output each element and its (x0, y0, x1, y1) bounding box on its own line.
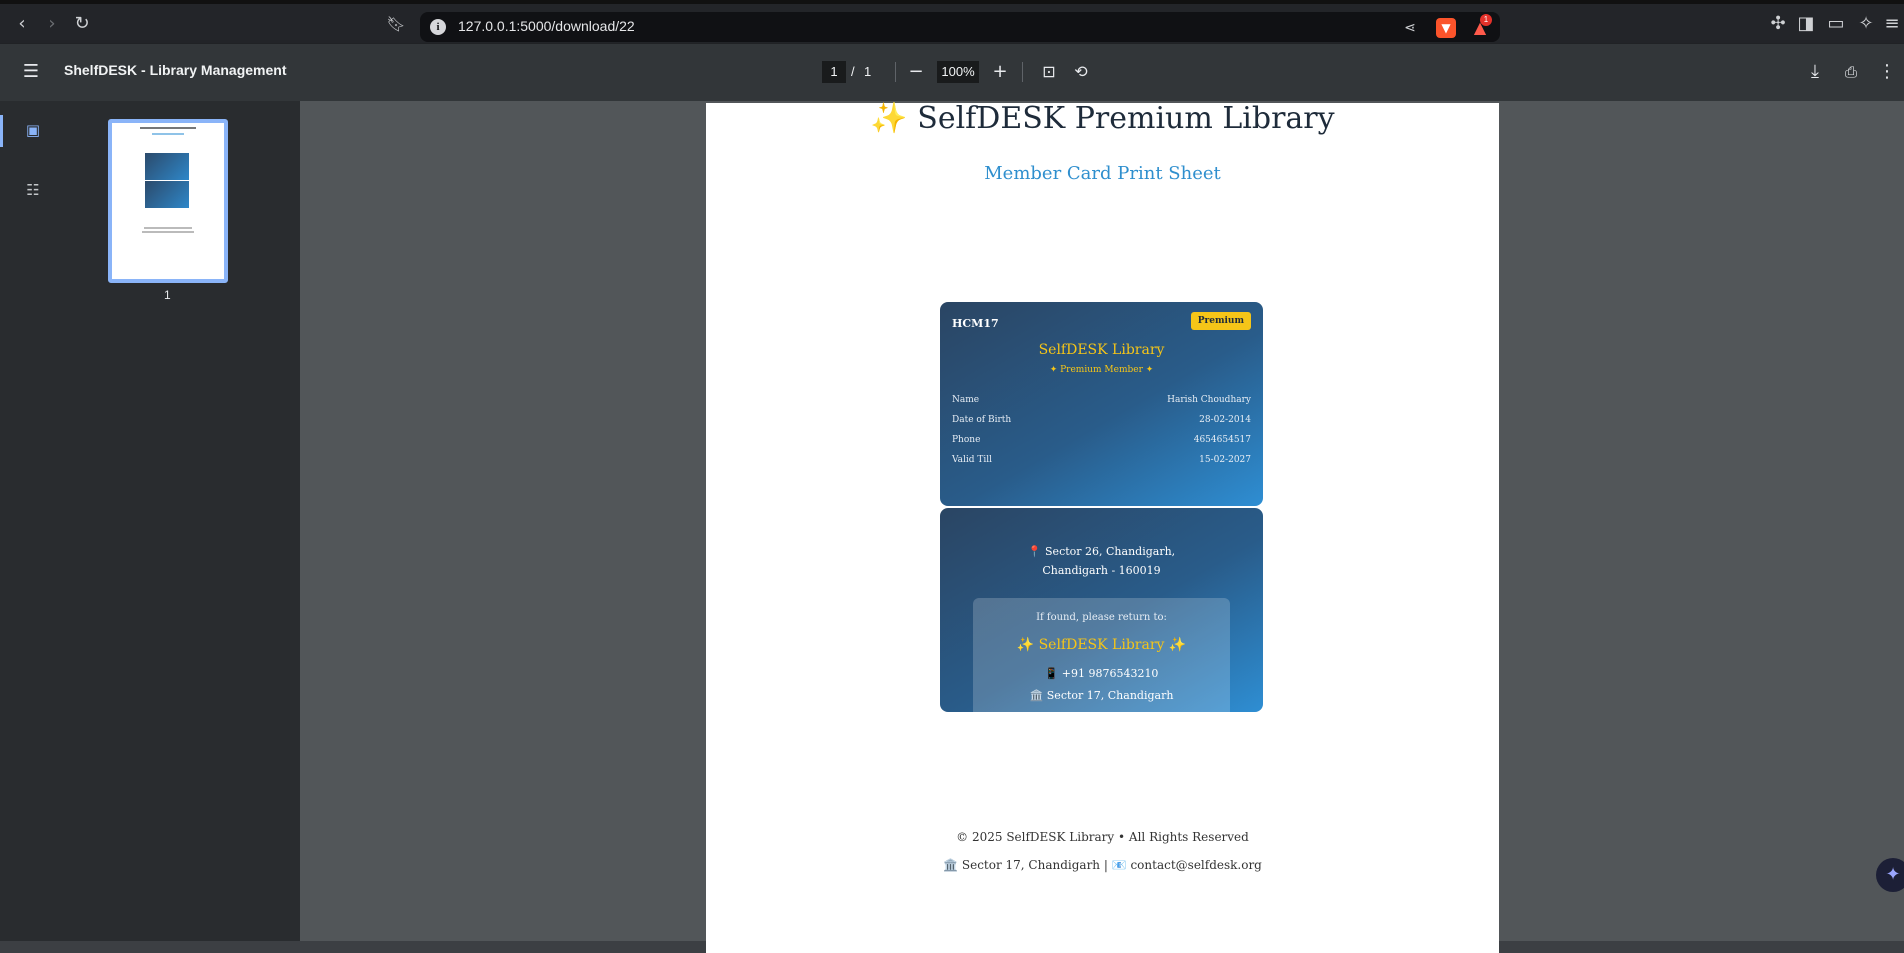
url-text: 127.0.0.1:5000/download/22 (458, 18, 635, 34)
active-tab-indicator (0, 115, 3, 147)
address-line: Chandigarh - 160019 (1042, 564, 1161, 577)
field-label: Valid Till (952, 455, 993, 465)
page-thumbnail[interactable] (108, 119, 228, 283)
member-card-front: HCM17 Premium SelfDESK Library ✦ Premium… (940, 302, 1263, 506)
thumb-subtitle-line (152, 133, 184, 135)
thumb-footer-line (144, 227, 192, 229)
field-value: 28-02-2014 (1199, 415, 1251, 425)
field-value: 4654654517 (1193, 435, 1251, 445)
thumbnail-sidebar: ▣ ☷ 1 (0, 101, 300, 941)
thumbnails-tab-icon[interactable]: ▣ (22, 119, 44, 141)
toolbar-divider (1022, 62, 1023, 82)
outline-tab-icon[interactable]: ☷ (22, 179, 44, 201)
zoom-out-icon[interactable]: − (903, 59, 929, 85)
thumb-title-line (140, 127, 196, 129)
zoom-in-icon[interactable]: + (987, 59, 1013, 85)
return-library-name: ✨ SelfDESK Library ✨ (1016, 637, 1187, 653)
wallet-icon[interactable]: ▭ (1824, 12, 1848, 36)
member-type: ✦ Premium Member ✦ (1049, 365, 1154, 375)
page-number-input[interactable]: 1 (822, 61, 846, 83)
pdf-viewer[interactable]: ✨ SelfDESK Premium Library Member Card P… (300, 101, 1904, 953)
return-label: If found, please return to: (1036, 612, 1167, 623)
card-library-name: SelfDESK Library (1038, 342, 1165, 358)
hamburger-menu-icon[interactable]: ☰ (18, 59, 44, 85)
footer-contact: 🏛️ Sector 17, Chandigarh | 📧 contact@sel… (943, 858, 1262, 872)
document-title: ShelfDESK - Library Management (64, 62, 287, 78)
ai-assistant-icon[interactable]: ✦ (1876, 858, 1904, 892)
menu-icon[interactable]: ≡ (1880, 12, 1904, 36)
page-subtitle: Member Card Print Sheet (984, 163, 1221, 184)
return-phone: 📱 +91 9876543210 (1044, 667, 1159, 680)
fit-page-icon[interactable]: ⊡ (1036, 59, 1062, 85)
pdf-toolbar: ☰ ShelfDESK - Library Management 1 / 1 −… (0, 44, 1904, 101)
reload-icon[interactable]: ↻ (70, 12, 94, 36)
browser-bar: ‹ › ↻ 🔖︎ i 127.0.0.1:5000/download/22 ⋖ … (0, 0, 1904, 44)
member-address: 📍 Sector 26, Chandigarh, Chandigarh - 16… (940, 542, 1263, 580)
return-address: 🏛️ Sector 17, Chandigarh (1029, 689, 1174, 702)
brave-rewards-icon[interactable]: ▲ 1 (1470, 14, 1492, 38)
share-icon[interactable]: ⋖ (1400, 18, 1420, 38)
premium-badge: Premium (1190, 312, 1251, 330)
member-id: HCM17 (952, 317, 999, 330)
leo-ai-icon[interactable]: ✧ (1854, 12, 1878, 36)
thumb-footer-line (142, 231, 194, 233)
address-bar[interactable]: i 127.0.0.1:5000/download/22 ⋖ ▼ ▲ 1 (420, 12, 1500, 42)
forward-icon[interactable]: › (40, 12, 64, 36)
more-options-icon[interactable]: ⋮ (1874, 59, 1900, 85)
address-line: 📍 Sector 26, Chandigarh, (1027, 545, 1176, 558)
toolbar-divider (895, 62, 896, 82)
back-icon[interactable]: ‹ (10, 12, 34, 36)
thumbnail-page-number: 1 (164, 288, 171, 302)
pdf-page: ✨ SelfDESK Premium Library Member Card P… (706, 101, 1499, 953)
bookmark-icon[interactable]: 🔖︎ (384, 12, 408, 36)
field-label: Date of Birth (952, 415, 1012, 425)
brave-shields-icon[interactable]: ▼ (1436, 18, 1456, 38)
sidebar-toggle-icon[interactable]: ◨ (1794, 12, 1818, 36)
zoom-input[interactable]: 100% (937, 61, 979, 83)
page-total: 1 (864, 64, 872, 79)
footer-copyright: © 2025 SelfDESK Library • All Rights Res… (956, 830, 1249, 844)
thumb-card-front (145, 153, 189, 180)
rewards-badge: 1 (1480, 14, 1492, 26)
field-value: 15-02-2027 (1199, 455, 1251, 465)
field-value: Harish Choudhary (1167, 395, 1251, 405)
site-info-icon[interactable]: i (430, 19, 446, 35)
page-title: ✨ SelfDESK Premium Library (870, 101, 1335, 136)
print-icon[interactable]: ⎙ (1838, 59, 1864, 85)
page-separator: / (851, 64, 855, 79)
member-card-back: 📍 Sector 26, Chandigarh, Chandigarh - 16… (940, 508, 1263, 712)
extensions-icon[interactable]: ✣ (1766, 12, 1790, 36)
field-label: Name (952, 395, 980, 405)
thumb-card-back (145, 181, 189, 208)
return-info-box: If found, please return to: ✨ SelfDESK L… (973, 598, 1230, 712)
field-label: Phone (952, 435, 981, 445)
rotate-icon[interactable]: ⟲ (1068, 59, 1094, 85)
download-icon[interactable]: ⤓ (1802, 59, 1828, 85)
